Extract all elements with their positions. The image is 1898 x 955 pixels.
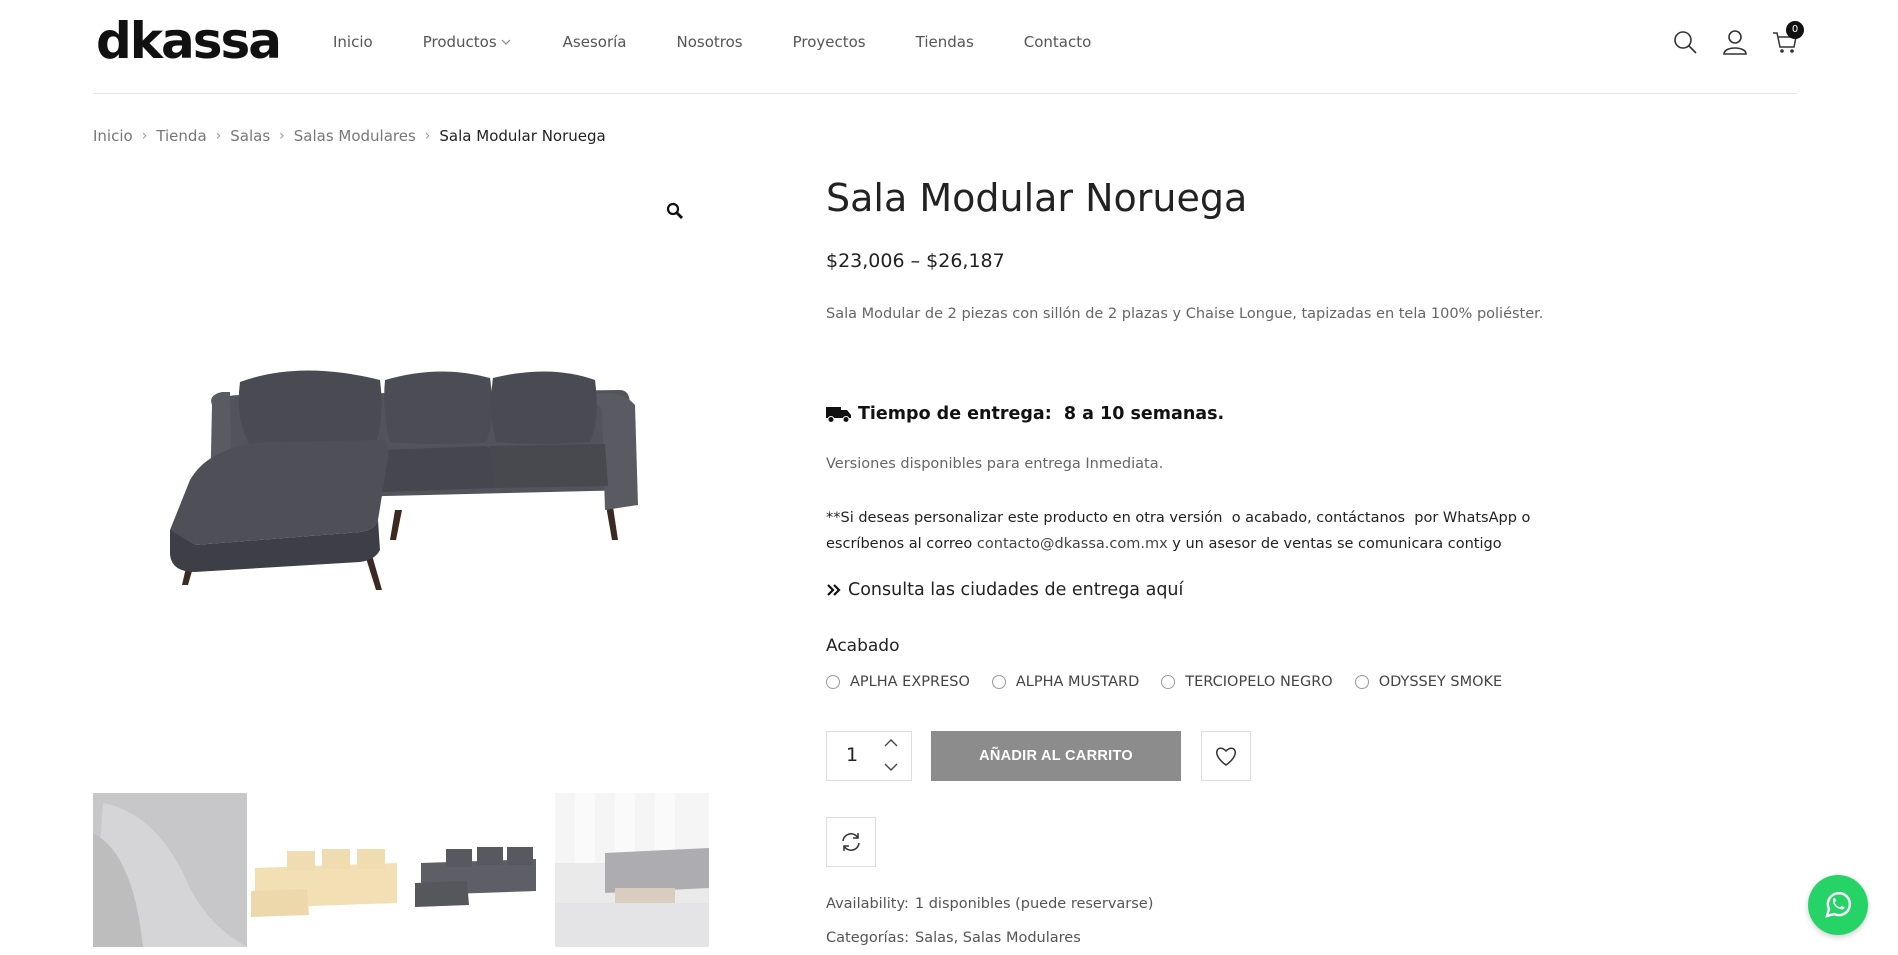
zoom-icon[interactable]	[664, 200, 686, 222]
chevron-up-icon[interactable]	[882, 735, 900, 751]
breadcrumb-separator: ›	[424, 128, 431, 144]
nav-productos[interactable]: Productos	[423, 33, 513, 51]
categories-label: Categorías:	[826, 930, 910, 946]
breadcrumb-tienda[interactable]: Tienda	[156, 127, 206, 145]
add-to-cart-button[interactable]: AÑADIR AL CARRITO	[931, 731, 1181, 781]
breadcrumb-current: Sala Modular Noruega	[439, 127, 606, 145]
radio-button[interactable]	[1161, 675, 1176, 689]
finish-option-alpha-mustard[interactable]: ALPHA MUSTARD	[991, 674, 1140, 690]
breadcrumb: Inicio › Tienda › Salas › Salas Modulare…	[93, 127, 606, 145]
heart-icon	[1216, 747, 1236, 766]
finish-option-odyssey-smoke[interactable]: ODYSSEY SMOKE	[1354, 674, 1503, 690]
nav-inicio-label: Inicio	[333, 33, 373, 51]
nav-productos-label: Productos	[422, 33, 497, 51]
customization-line-2: escríbenos al correo contacto@dkassa.com…	[826, 531, 1626, 557]
whatsapp-icon	[1825, 891, 1852, 918]
product-description: Sala Modular de 2 piezas con sillón de 2…	[826, 306, 1544, 322]
quantity-value[interactable]: 1	[846, 744, 858, 766]
customization-prefix: escríbenos al correo	[826, 536, 977, 552]
header-divider	[93, 93, 1797, 94]
search-icon[interactable]	[1671, 28, 1699, 56]
finish-label: Acabado	[826, 636, 900, 656]
nav-nosotros-label: Nosotros	[676, 33, 743, 51]
nav-tiendas-label: Tiendas	[915, 33, 974, 51]
customization-note: **Si deseas personalizar este producto e…	[826, 505, 1626, 557]
breadcrumb-separator: ›	[279, 128, 285, 144]
truck-icon	[826, 407, 851, 423]
main-nav: Inicio Productos Asesoría Nosotros Proye…	[333, 33, 1141, 51]
availability-label: Availability:	[826, 896, 909, 912]
cart-count-badge: 0	[1786, 21, 1804, 39]
delivery-cities-label: Consulta las ciudades de entrega aquí	[848, 580, 1184, 600]
finish-option-label: ODYSSEY SMOKE	[1378, 674, 1503, 690]
customization-line-1: **Si deseas personalizar este producto e…	[826, 510, 1531, 526]
product-title: Sala Modular Noruega	[826, 176, 1248, 220]
user-icon[interactable]	[1721, 28, 1749, 56]
nav-nosotros[interactable]: Nosotros	[676, 33, 742, 51]
contact-email-link[interactable]: contacto@dkassa.com.mx	[977, 536, 1168, 552]
breadcrumb-salas-modulares[interactable]: Salas Modulares	[294, 127, 416, 145]
breadcrumb-salas[interactable]: Salas	[230, 127, 270, 145]
delivery-time: Tiempo de entrega: 8 a 10 semanas.	[826, 404, 1224, 424]
radio-button[interactable]	[826, 675, 840, 689]
finish-option-label: TERCIOPELO NEGRO	[1185, 674, 1333, 690]
delivery-cities-link[interactable]: Consulta las ciudades de entrega aquí	[826, 580, 1183, 600]
radio-button[interactable]	[1354, 675, 1369, 689]
nav-tiendas[interactable]: Tiendas	[916, 33, 974, 51]
finish-options: APLHA EXPRESO ALPHA MUSTARD TERCIOPELO N…	[826, 674, 1524, 690]
versions-text: Versiones disponibles para entrega Inmed…	[826, 456, 1164, 472]
finish-option-label: APLHA EXPRESO	[850, 674, 970, 690]
wishlist-button[interactable]	[1201, 731, 1251, 781]
refresh-icon	[842, 833, 860, 851]
finish-option-terciopelo-negro[interactable]: TERCIOPELO NEGRO	[1161, 674, 1333, 690]
category-link-salas[interactable]: Salas	[915, 930, 954, 946]
site-logo[interactable]: dkassa	[96, 14, 282, 68]
nav-contacto-label: Contacto	[1023, 33, 1092, 51]
thumbnail-fabric[interactable]	[93, 793, 247, 947]
nav-asesoria[interactable]: Asesoría	[563, 33, 627, 51]
breadcrumb-separator: ›	[141, 128, 148, 144]
finish-option-alpha-expreso[interactable]: APLHA EXPRESO	[826, 674, 970, 690]
nav-proyectos[interactable]: Proyectos	[793, 33, 866, 51]
thumbnail-grey[interactable]	[401, 793, 555, 947]
chevron-down-icon[interactable]	[882, 759, 900, 775]
thumbnail-strip	[93, 793, 709, 947]
nav-inicio[interactable]: Inicio	[333, 33, 373, 51]
radio-button[interactable]	[991, 675, 1006, 689]
thumbnail-room[interactable]	[555, 793, 709, 947]
double-chevron-right-icon	[827, 584, 841, 596]
availability-value: 1 disponibles (puede reservarse)	[914, 896, 1154, 912]
product-price: $23,006 – $26,187	[826, 250, 1005, 272]
categories: Categorías: Salas, Salas Modulares	[826, 930, 1081, 946]
nav-contacto[interactable]: Contacto	[1024, 33, 1092, 51]
delivery-time-text: Tiempo de entrega: 8 a 10 semanas.	[858, 404, 1225, 424]
breadcrumb-inicio[interactable]: Inicio	[93, 127, 133, 145]
thumbnail-mustard[interactable]	[247, 793, 401, 947]
breadcrumb-separator: ›	[215, 128, 222, 144]
compare-button[interactable]	[826, 817, 876, 867]
finish-option-label: ALPHA MUSTARD	[1015, 674, 1140, 690]
category-link-salas-modulares[interactable]: Salas Modulares	[963, 930, 1081, 946]
availability: Availability: 1 disponibles (puede reserv…	[826, 896, 1153, 912]
chevron-down-icon	[501, 39, 511, 45]
nav-asesoria-label: Asesoría	[562, 33, 627, 51]
product-main-image[interactable]	[150, 350, 670, 600]
whatsapp-button[interactable]	[1808, 875, 1868, 935]
nav-proyectos-label: Proyectos	[792, 33, 866, 51]
customization-suffix: y un asesor de ventas se comunicara cont…	[1167, 536, 1502, 552]
